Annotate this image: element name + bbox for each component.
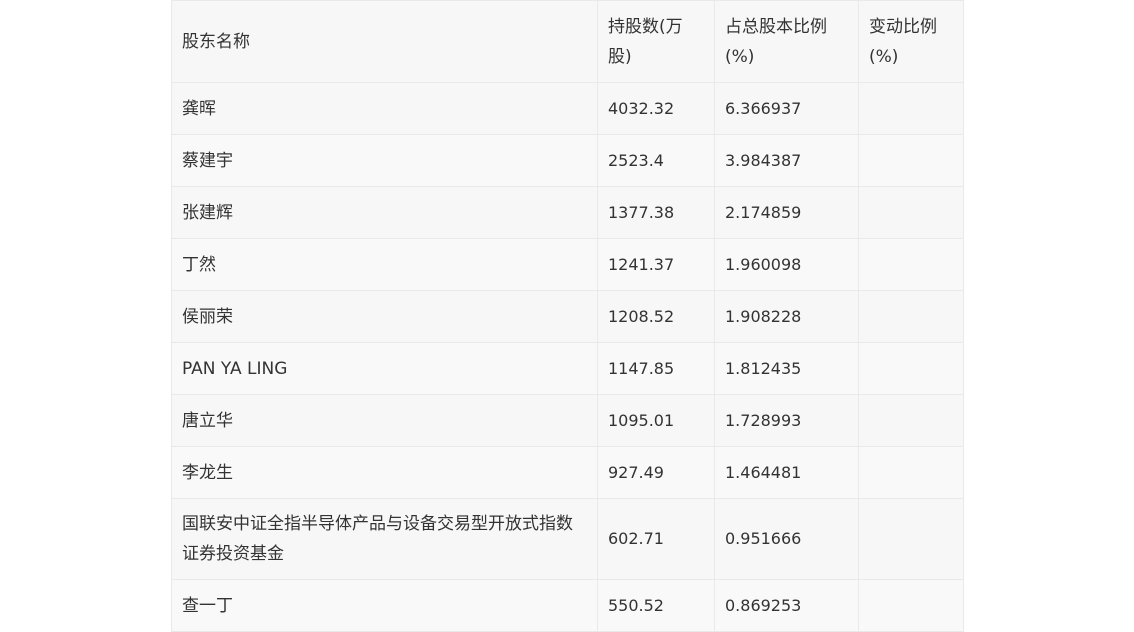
cell-ratio: 2.174859 — [714, 186, 859, 239]
cell-shares: 1147.85 — [597, 342, 715, 395]
table-row: 查一丁 550.52 0.869253 — [171, 579, 964, 632]
cell-change — [858, 394, 964, 447]
cell-change — [858, 134, 964, 187]
cell-name: 李龙生 — [171, 446, 598, 499]
cell-change — [858, 290, 964, 343]
cell-ratio: 1.960098 — [714, 238, 859, 291]
cell-name: 侯丽荣 — [171, 290, 598, 343]
table-row: 李龙生 927.49 1.464481 — [171, 446, 964, 499]
cell-shares: 602.71 — [597, 498, 715, 580]
cell-name: 蔡建宇 — [171, 134, 598, 187]
cell-ratio: 1.728993 — [714, 394, 859, 447]
cell-change — [858, 446, 964, 499]
header-share-ratio: 占总股本比例(%) — [714, 0, 859, 83]
cell-change — [858, 82, 964, 135]
shareholder-table: 股东名称 持股数(万股) 占总股本比例(%) 变动比例(%) 龚晖 4032.3… — [171, 0, 964, 632]
cell-name: 张建辉 — [171, 186, 598, 239]
cell-change — [858, 579, 964, 632]
table-header-row: 股东名称 持股数(万股) 占总股本比例(%) 变动比例(%) — [171, 0, 964, 83]
cell-shares: 1241.37 — [597, 238, 715, 291]
cell-name: 龚晖 — [171, 82, 598, 135]
cell-shares: 1095.01 — [597, 394, 715, 447]
header-shareholder-name: 股东名称 — [171, 0, 598, 83]
header-change-ratio: 变动比例(%) — [858, 0, 964, 83]
cell-name: PAN YA LING — [171, 342, 598, 395]
table-row: 张建辉 1377.38 2.174859 — [171, 186, 964, 239]
table-row: 国联安中证全指半导体产品与设备交易型开放式指数证券投资基金 602.71 0.9… — [171, 498, 964, 580]
cell-name: 唐立华 — [171, 394, 598, 447]
cell-change — [858, 238, 964, 291]
cell-shares: 1377.38 — [597, 186, 715, 239]
header-shares: 持股数(万股) — [597, 0, 715, 83]
cell-change — [858, 342, 964, 395]
cell-ratio: 3.984387 — [714, 134, 859, 187]
cell-shares: 1208.52 — [597, 290, 715, 343]
cell-shares: 2523.4 — [597, 134, 715, 187]
cell-change — [858, 498, 964, 580]
cell-shares: 4032.32 — [597, 82, 715, 135]
cell-ratio: 1.464481 — [714, 446, 859, 499]
cell-name: 查一丁 — [171, 579, 598, 632]
cell-ratio: 6.366937 — [714, 82, 859, 135]
cell-shares: 927.49 — [597, 446, 715, 499]
cell-change — [858, 186, 964, 239]
table-row: 蔡建宇 2523.4 3.984387 — [171, 134, 964, 187]
cell-ratio: 1.812435 — [714, 342, 859, 395]
table-row: 丁然 1241.37 1.960098 — [171, 238, 964, 291]
shareholder-table-container: 股东名称 持股数(万股) 占总股本比例(%) 变动比例(%) 龚晖 4032.3… — [171, 0, 964, 632]
cell-ratio: 0.951666 — [714, 498, 859, 580]
cell-shares: 550.52 — [597, 579, 715, 632]
table-row: 龚晖 4032.32 6.366937 — [171, 82, 964, 135]
table-row: 唐立华 1095.01 1.728993 — [171, 394, 964, 447]
cell-name: 丁然 — [171, 238, 598, 291]
cell-ratio: 1.908228 — [714, 290, 859, 343]
cell-name: 国联安中证全指半导体产品与设备交易型开放式指数证券投资基金 — [171, 498, 598, 580]
table-row: 侯丽荣 1208.52 1.908228 — [171, 290, 964, 343]
table-row: PAN YA LING 1147.85 1.812435 — [171, 342, 964, 395]
cell-ratio: 0.869253 — [714, 579, 859, 632]
